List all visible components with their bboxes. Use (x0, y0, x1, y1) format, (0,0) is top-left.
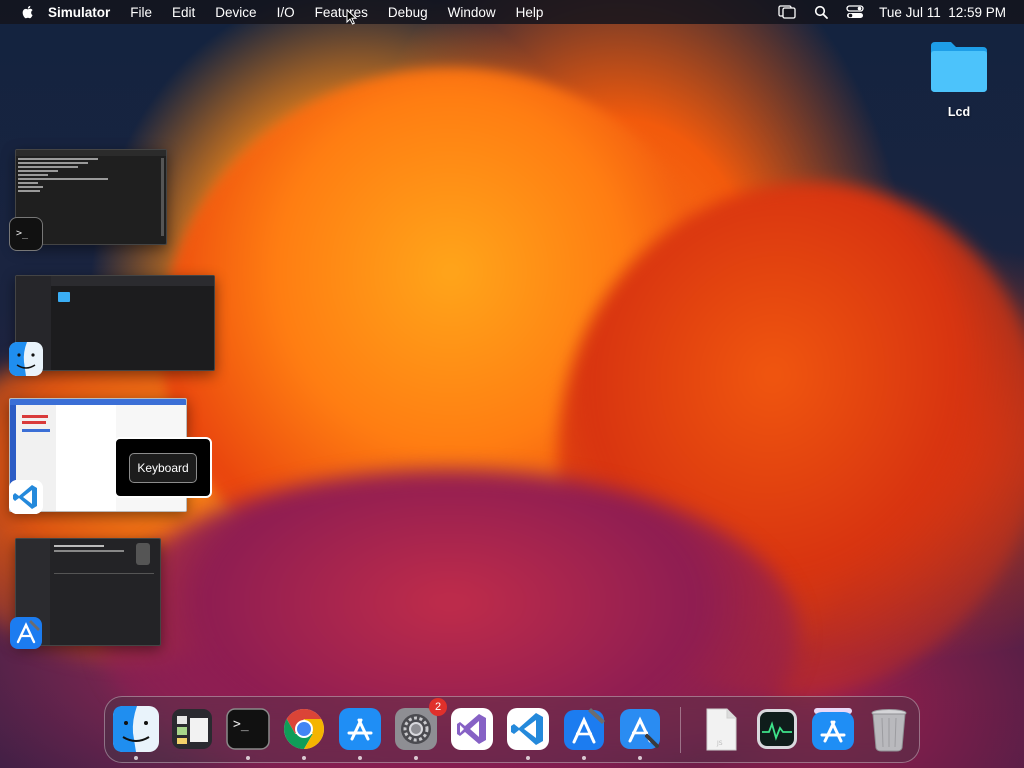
dock-stage-manager[interactable] (169, 706, 215, 752)
menu-device[interactable]: Device (215, 5, 256, 20)
menu-bar: Simulator File Edit Device I/O Features … (0, 0, 1024, 24)
dock-app-store[interactable] (337, 706, 383, 760)
xcode-icon (564, 708, 605, 750)
dock-finder[interactable] (113, 706, 159, 760)
finder-window-thumbnail[interactable] (15, 275, 215, 371)
mouse-cursor-icon (346, 9, 358, 25)
dock-separator (680, 707, 681, 753)
running-indicator (414, 756, 418, 760)
svg-text:>_: >_ (233, 717, 249, 732)
terminal-icon: >_ (9, 217, 43, 251)
finder-icon (9, 342, 43, 376)
dock-system-settings[interactable]: 2 (393, 698, 447, 760)
dock-terminal[interactable]: >_ (225, 706, 271, 760)
vscode-icon (507, 708, 549, 750)
dock-vscode[interactable] (505, 706, 551, 760)
finder-icon (113, 706, 159, 752)
menu-window[interactable]: Window (448, 5, 496, 20)
dock-app-store-2[interactable] (810, 706, 856, 752)
dock-document[interactable]: JS (698, 706, 744, 752)
apple-menu-icon[interactable] (20, 4, 36, 20)
dock-chrome[interactable] (281, 706, 327, 760)
svg-text:JS: JS (716, 740, 723, 747)
dock-visual-studio[interactable] (449, 706, 495, 752)
notification-badge: 2 (429, 698, 447, 716)
menu-io[interactable]: I/O (277, 5, 295, 20)
stage-manager-menu-icon[interactable] (777, 4, 797, 20)
dock: >_ 2 JS (104, 696, 920, 763)
keyboard-button[interactable]: Keyboard (129, 452, 197, 483)
running-indicator (302, 756, 306, 760)
menu-bar-clock[interactable]: Tue Jul 11 12:59 PM (879, 5, 1006, 20)
dock-trash[interactable] (866, 706, 912, 752)
dock-xcode[interactable] (561, 706, 607, 760)
trash-icon (871, 709, 907, 752)
activity-monitor-icon (757, 709, 797, 749)
instruments-icon (620, 709, 660, 749)
stage-manager-icon (172, 709, 212, 749)
chrome-icon (284, 709, 324, 749)
terminal-text-lines (16, 158, 166, 192)
running-indicator (246, 756, 250, 760)
running-indicator (526, 756, 530, 760)
menu-debug[interactable]: Debug (388, 5, 428, 20)
keyboard-popup: Keyboard (114, 437, 212, 498)
svg-text:>_: >_ (16, 228, 29, 239)
document-icon: JS (706, 708, 737, 751)
desktop-wallpaper (0, 0, 1024, 768)
menu-app-name[interactable]: Simulator (48, 5, 110, 20)
running-indicator (638, 756, 642, 760)
terminal-icon: >_ (226, 708, 270, 750)
vscode-icon (9, 480, 43, 514)
menu-bar-extras: Tue Jul 11 12:59 PM (777, 0, 1006, 24)
visual-studio-icon (451, 708, 493, 750)
dock-instruments[interactable] (617, 706, 663, 760)
running-indicator (358, 756, 362, 760)
xcode-icon (9, 616, 43, 650)
menu-help[interactable]: Help (516, 5, 544, 20)
running-indicator (582, 756, 586, 760)
desktop-folder-lcd[interactable]: Lcd (924, 38, 994, 119)
running-indicator (134, 756, 138, 760)
dock-activity-monitor[interactable] (754, 706, 800, 752)
app-store-icon (812, 708, 854, 750)
folder-icon (931, 42, 987, 92)
control-center-icon[interactable] (845, 4, 865, 20)
app-store-icon (339, 708, 381, 750)
folder-label: Lcd (947, 105, 971, 119)
menu-file[interactable]: File (130, 5, 152, 20)
menu-features[interactable]: Features (315, 5, 368, 20)
menu-edit[interactable]: Edit (172, 5, 195, 20)
spotlight-search-icon[interactable] (811, 4, 831, 20)
